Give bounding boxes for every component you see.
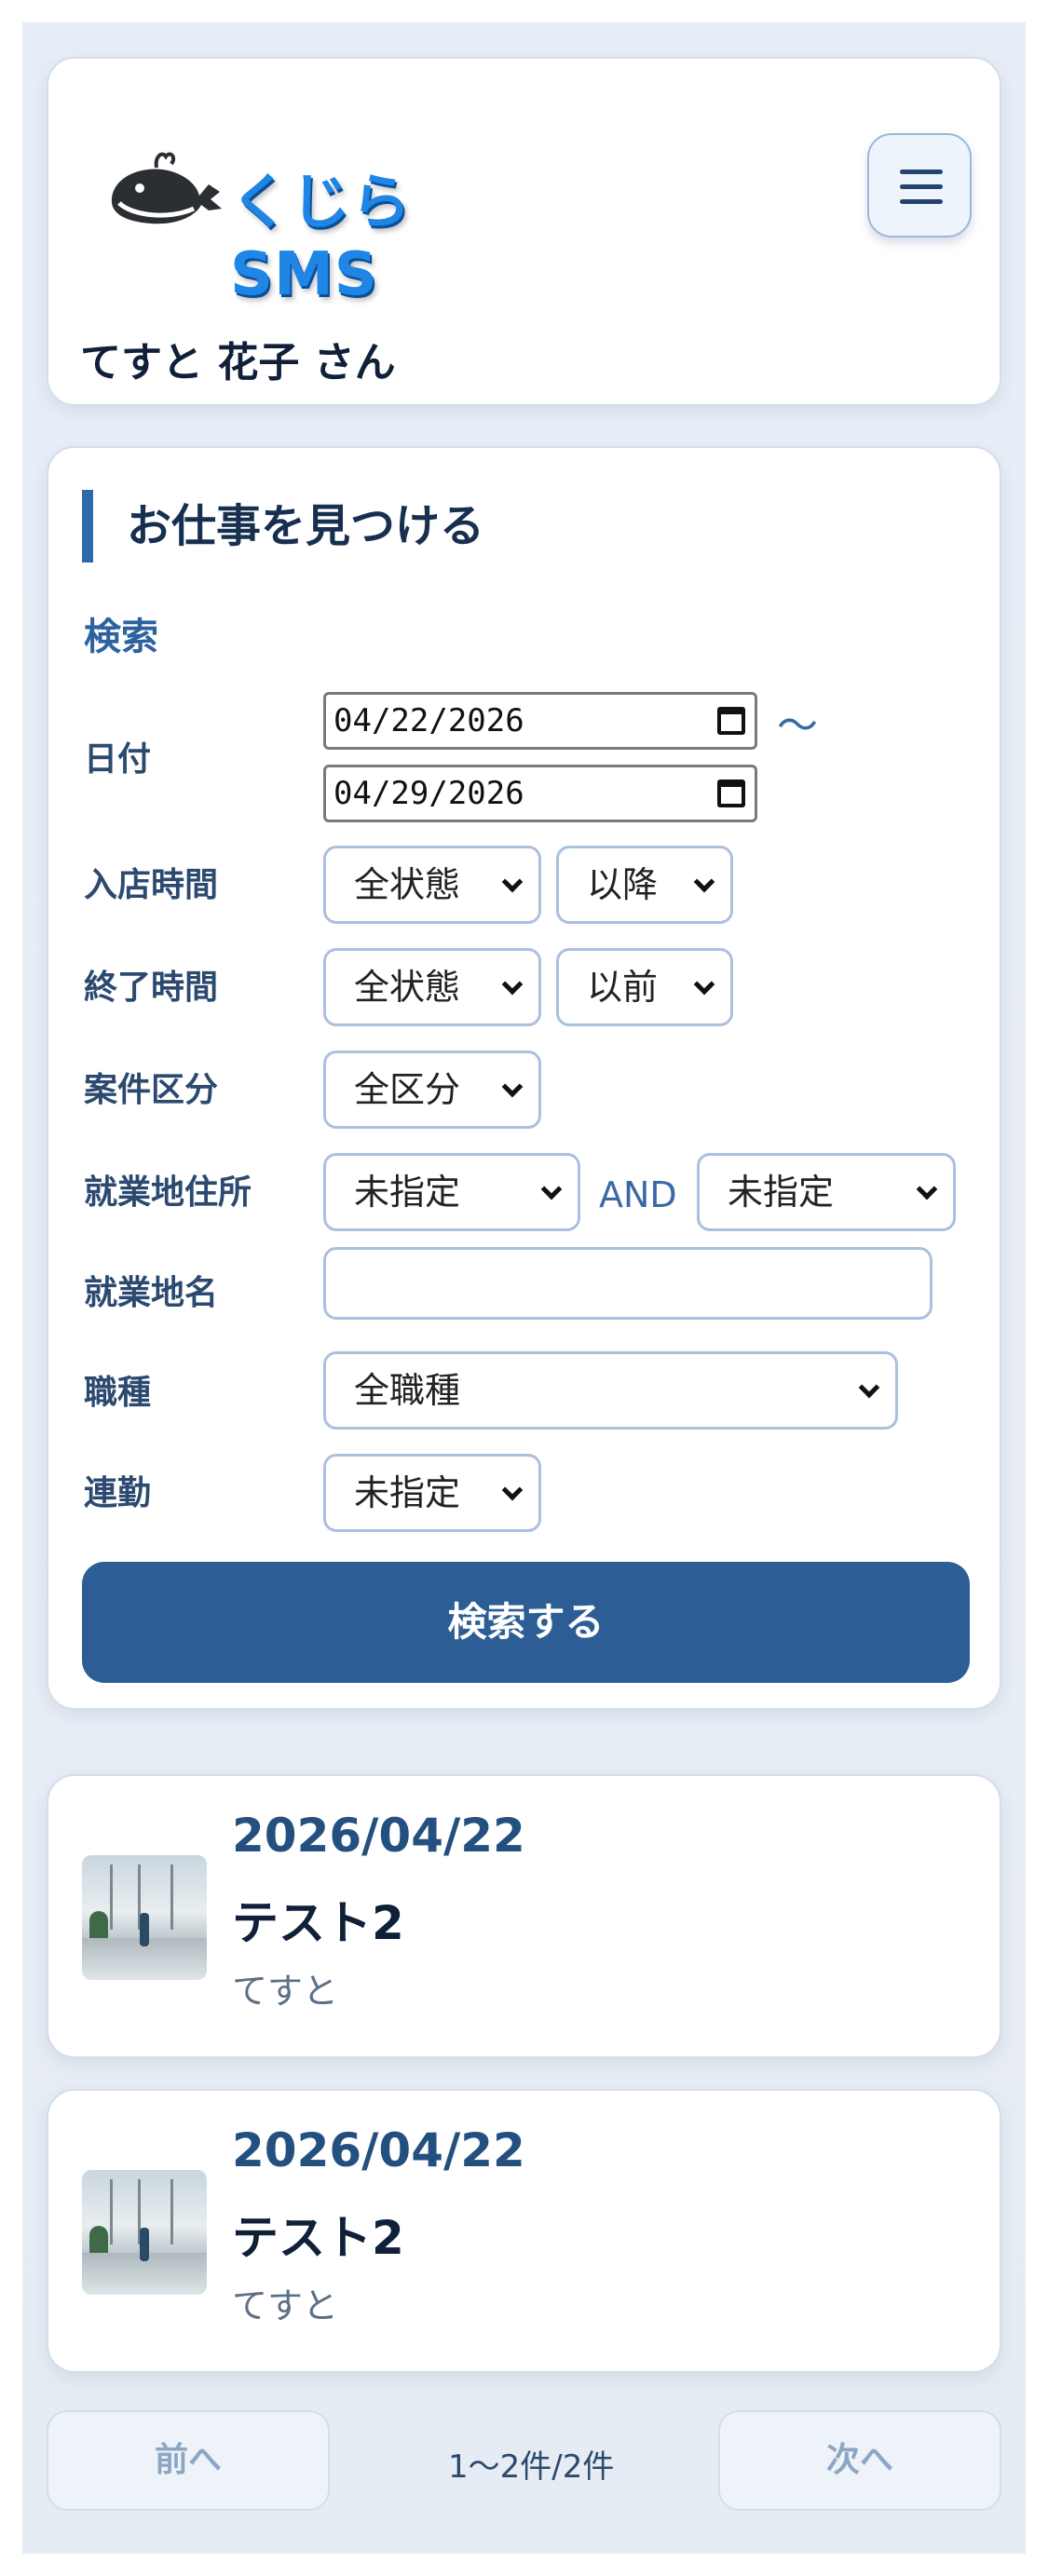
job-card[interactable]: 2026/04/22 テスト2 てすと	[47, 2089, 1001, 2373]
job-type-label: 職種	[84, 1374, 152, 1412]
chevron-down-icon	[693, 973, 715, 996]
consecutive-label: 連勤	[84, 1474, 152, 1512]
consecutive-select[interactable]: 未指定	[323, 1454, 541, 1532]
address-select-2[interactable]: 未指定	[697, 1153, 956, 1231]
search-subtitle: 検索	[84, 616, 158, 658]
end-time-modifier-select[interactable]: 以前	[556, 948, 733, 1026]
address-label: 就業地住所	[84, 1173, 252, 1212]
job-date: 2026/04/22	[232, 1809, 525, 1863]
search-button[interactable]: 検索する	[82, 1562, 970, 1683]
chevron-down-icon	[693, 871, 715, 893]
pager-info: 1〜2件/2件	[448, 2448, 615, 2486]
job-subtitle: てすと	[232, 1971, 339, 2012]
calendar-icon[interactable]	[717, 780, 745, 807]
logo[interactable]: くじらSMS	[104, 147, 551, 309]
chevron-down-icon	[858, 1376, 880, 1399]
date-label: 日付	[84, 740, 152, 779]
start-time-value: 全状態	[354, 864, 461, 905]
chevron-down-icon	[501, 1479, 524, 1501]
job-subtitle: てすと	[232, 2285, 339, 2326]
start-time-select[interactable]: 全状態	[323, 846, 541, 924]
job-type-select[interactable]: 全職種	[323, 1351, 898, 1430]
end-time-value: 全状態	[354, 967, 461, 1008]
category-label: 案件区分	[84, 1071, 219, 1109]
end-time-modifier-value: 以前	[587, 967, 659, 1008]
date-from-input[interactable]: 04/22/2026	[323, 692, 757, 750]
user-name: てすと 花子 さん	[80, 339, 396, 386]
menu-button[interactable]	[867, 133, 972, 237]
header-card: くじらSMS てすと 花子 さん	[47, 57, 1001, 406]
logo-text: くじらSMS	[230, 169, 412, 309]
chevron-down-icon	[540, 1178, 563, 1200]
chevron-down-icon	[501, 1076, 524, 1098]
section-title: お仕事を見つける	[82, 490, 484, 563]
place-name-input[interactable]	[323, 1247, 932, 1320]
date-to-input[interactable]: 04/29/2026	[323, 765, 757, 822]
whale-icon	[111, 152, 222, 224]
job-type-value: 全職種	[354, 1370, 461, 1411]
chevron-down-icon	[916, 1178, 938, 1200]
chevron-down-icon	[501, 973, 524, 996]
date-to-value: 04/29/2026	[333, 775, 524, 812]
search-card: お仕事を見つける 検索 日付 04/22/2026 〜 04/29/2026 入…	[47, 446, 1001, 1710]
chevron-down-icon	[501, 871, 524, 893]
consecutive-value: 未指定	[354, 1472, 461, 1513]
address-and-label: AND	[599, 1174, 677, 1215]
start-time-modifier-select[interactable]: 以降	[556, 846, 733, 924]
page-background: くじらSMS てすと 花子 さん お仕事を見つける 検索 日付 04/22/20…	[22, 22, 1026, 2554]
start-time-label: 入店時間	[84, 866, 219, 904]
end-time-select[interactable]: 全状態	[323, 948, 541, 1026]
date-range-tilde: 〜	[777, 702, 818, 750]
job-title: テスト2	[232, 2211, 404, 2265]
job-thumbnail	[82, 2170, 207, 2295]
place-name-label: 就業地名	[84, 1274, 219, 1312]
prev-page-button[interactable]: 前へ	[47, 2410, 330, 2511]
job-thumbnail	[82, 1855, 207, 1980]
start-time-modifier-value: 以降	[587, 864, 659, 905]
job-title: テスト2	[232, 1896, 404, 1950]
address-select-1[interactable]: 未指定	[323, 1153, 580, 1231]
address-2-value: 未指定	[728, 1172, 835, 1213]
job-card[interactable]: 2026/04/22 テスト2 てすと	[47, 1774, 1001, 2058]
next-page-button[interactable]: 次へ	[718, 2410, 1001, 2511]
category-value: 全区分	[354, 1069, 461, 1110]
category-select[interactable]: 全区分	[323, 1051, 541, 1129]
address-1-value: 未指定	[354, 1172, 461, 1213]
job-date: 2026/04/22	[232, 2123, 525, 2177]
calendar-icon[interactable]	[717, 707, 745, 735]
end-time-label: 終了時間	[84, 969, 219, 1007]
date-from-value: 04/22/2026	[333, 702, 524, 739]
